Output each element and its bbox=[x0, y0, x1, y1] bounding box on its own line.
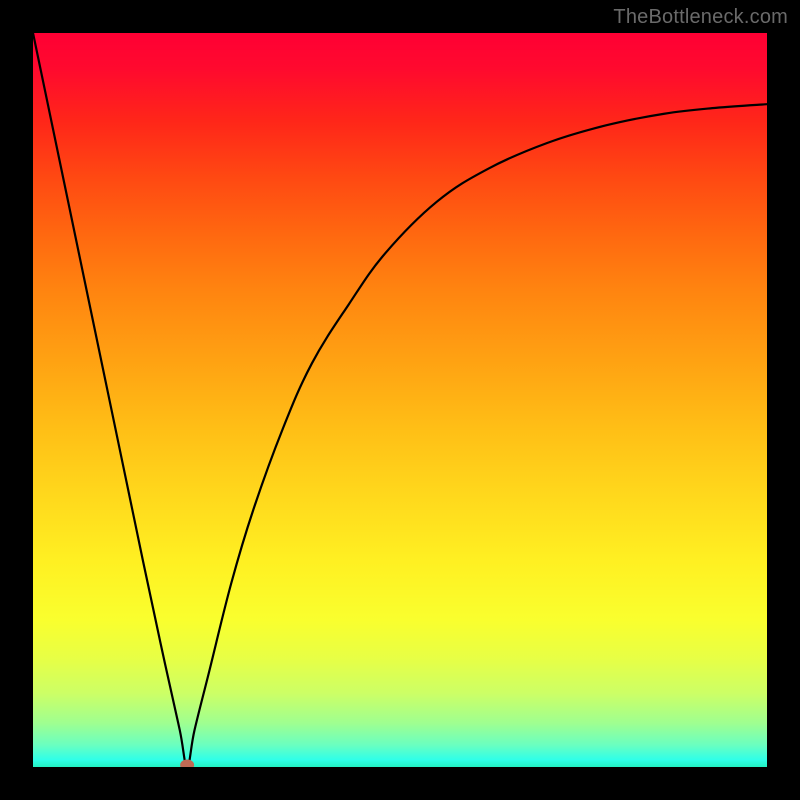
plot-area bbox=[33, 33, 767, 767]
curve-svg bbox=[33, 33, 767, 767]
watermark-text: TheBottleneck.com bbox=[613, 6, 788, 29]
curve-line bbox=[33, 33, 767, 767]
chart-frame: TheBottleneck.com bbox=[0, 0, 800, 800]
minimum-marker bbox=[180, 760, 194, 768]
